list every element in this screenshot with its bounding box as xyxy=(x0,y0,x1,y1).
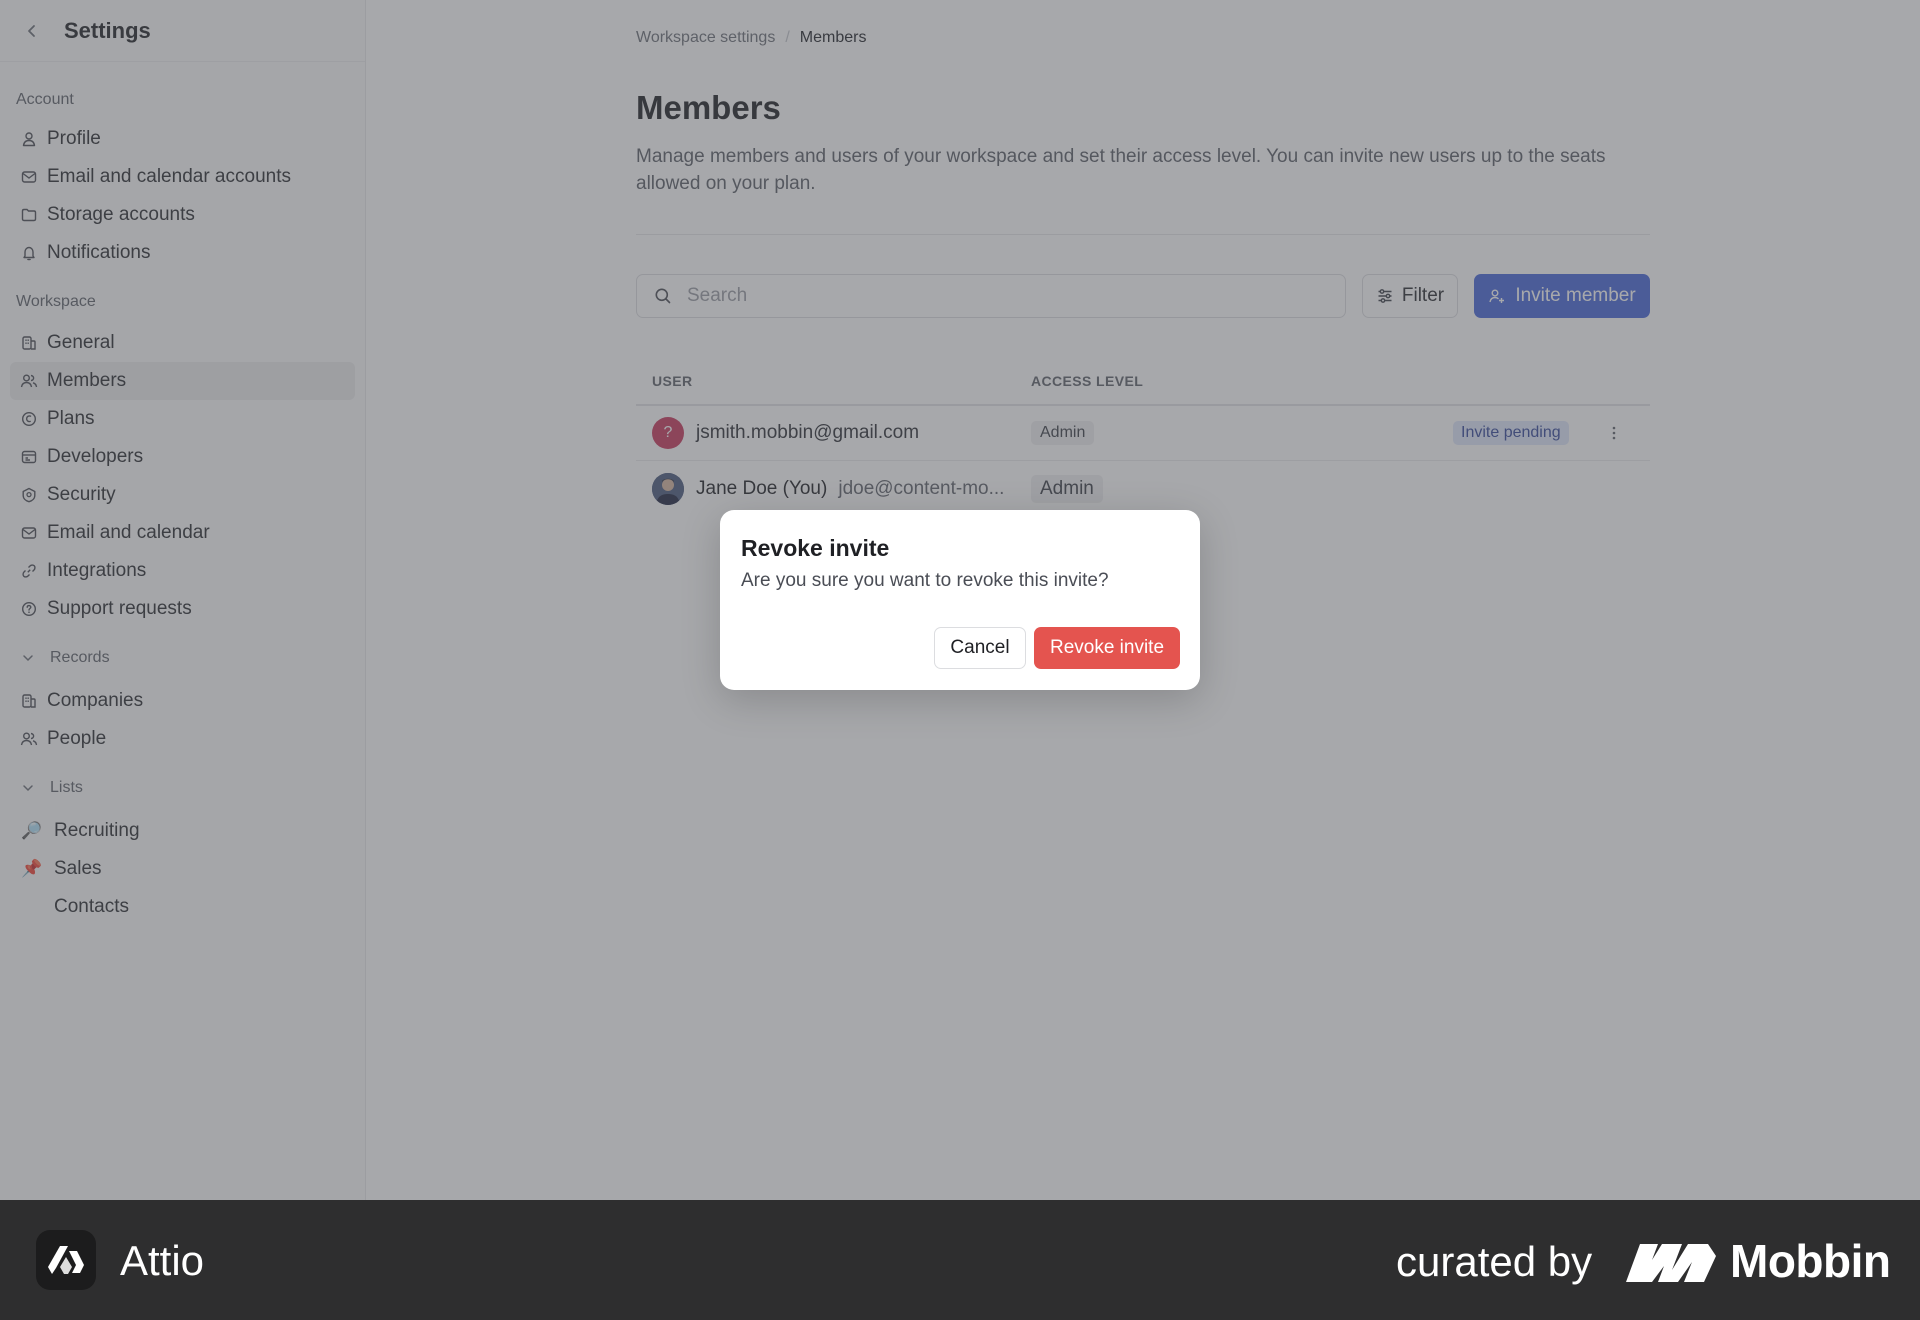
revoke-invite-button[interactable]: Revoke invite xyxy=(1034,627,1180,669)
revoke-invite-dialog: Revoke invite Are you sure you want to r… xyxy=(720,510,1200,690)
dialog-message: Are you sure you want to revoke this inv… xyxy=(741,570,1109,591)
mobbin-brand: Mobbin xyxy=(1730,1235,1891,1287)
app-name: Attio xyxy=(120,1237,205,1284)
mobbin-logo-icon xyxy=(1626,1244,1716,1282)
curated-by-text: curated by xyxy=(1396,1238,1593,1285)
cancel-button[interactable]: Cancel xyxy=(934,627,1026,669)
attio-logo-icon xyxy=(36,1230,96,1290)
dialog-title: Revoke invite xyxy=(741,535,890,561)
footer-banner: Attio curated by Mobbin xyxy=(0,1200,1920,1320)
